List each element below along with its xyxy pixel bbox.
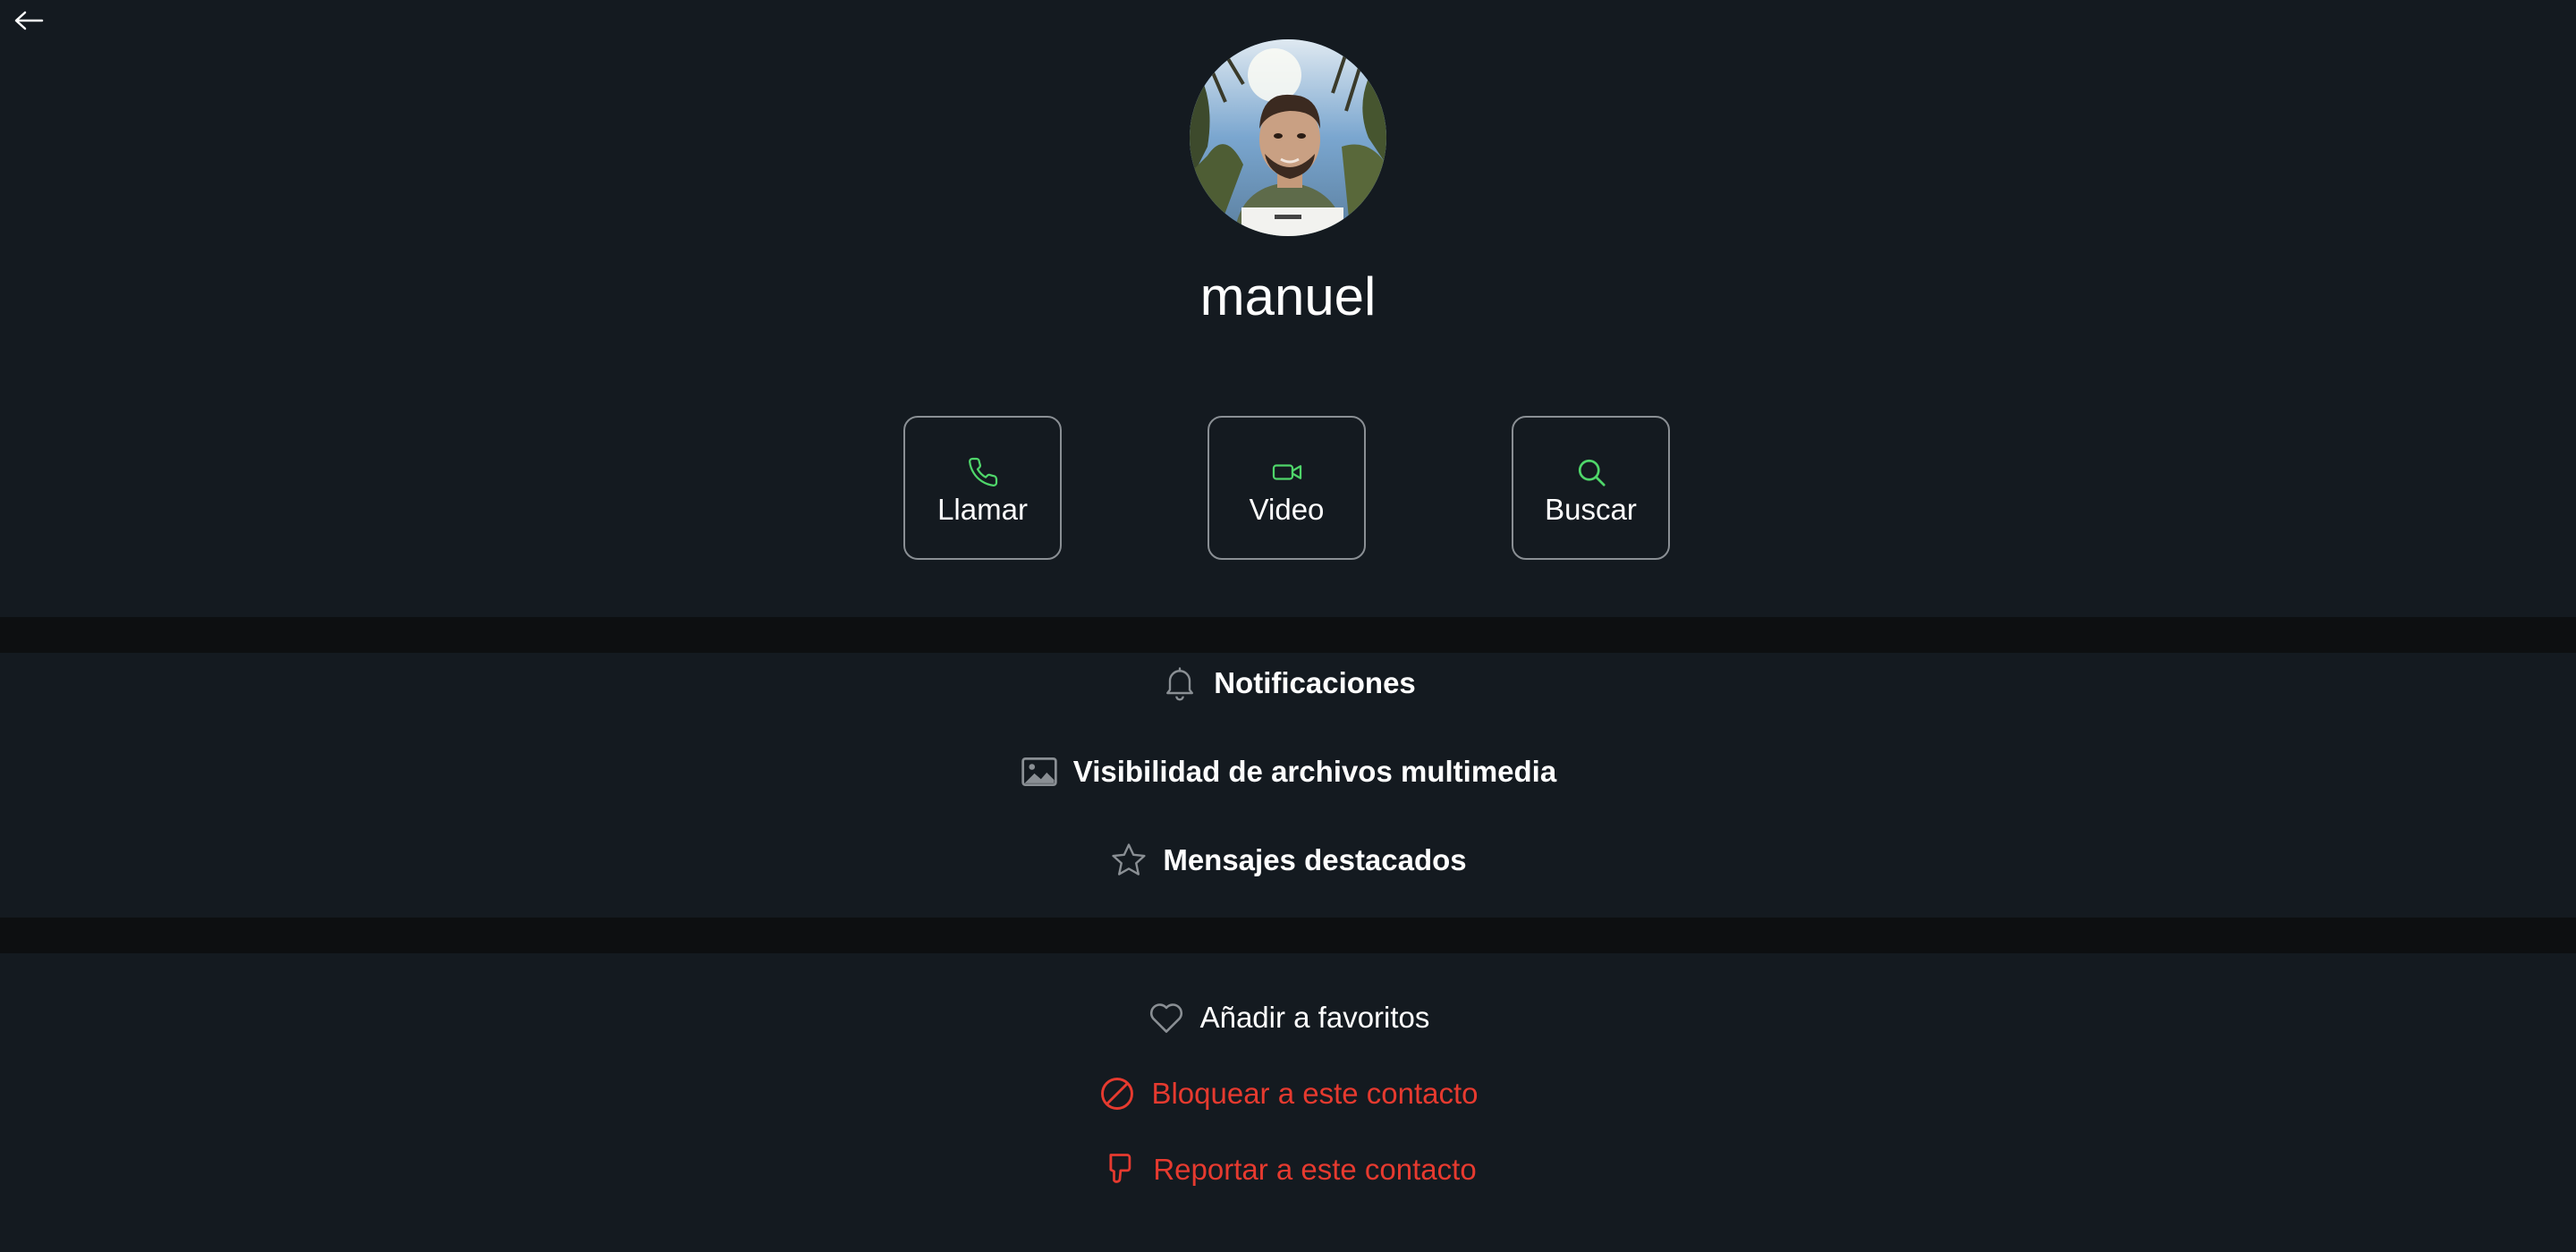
media-visibility-item[interactable]: Visibilidad de archivos multimedia — [0, 752, 2576, 791]
contact-name: manuel — [1199, 266, 1377, 326]
bell-icon — [1160, 664, 1199, 703]
profile-photo — [1190, 39, 1386, 236]
phone-icon — [967, 456, 999, 488]
back-button[interactable] — [11, 7, 47, 34]
quick-actions: Llamar Video Buscar — [0, 416, 2576, 562]
section-divider — [0, 918, 2576, 953]
add-to-favorites-label: Añadir a favoritos — [1199, 1001, 1430, 1034]
contact-info-page: manuel Llamar Video Buscar Notificacione… — [0, 0, 2576, 1252]
search-button[interactable]: Buscar — [1512, 416, 1670, 560]
heart-icon — [1147, 998, 1186, 1037]
call-button[interactable]: Llamar — [903, 416, 1062, 560]
star-icon — [1109, 841, 1148, 880]
block-contact-label: Bloquear a este contacto — [1151, 1077, 1479, 1110]
starred-messages-item[interactable]: Mensajes destacados — [0, 841, 2576, 880]
report-contact-item[interactable]: Reportar a este contacto — [0, 1150, 2576, 1189]
starred-messages-label: Mensajes destacados — [1163, 843, 1467, 876]
image-icon — [1020, 752, 1059, 791]
video-camera-icon — [1271, 456, 1303, 488]
notifications-item[interactable]: Notificaciones — [0, 664, 2576, 703]
search-button-label: Buscar — [1545, 492, 1637, 526]
thumbs-down-icon — [1099, 1150, 1139, 1189]
avatar[interactable] — [1190, 39, 1386, 236]
block-contact-item[interactable]: Bloquear a este contacto — [0, 1074, 2576, 1113]
search-icon — [1575, 456, 1607, 488]
add-to-favorites-item[interactable]: Añadir a favoritos — [0, 998, 2576, 1037]
video-call-button[interactable]: Video — [1208, 416, 1366, 560]
report-contact-label: Reportar a este contacto — [1153, 1153, 1477, 1186]
block-icon — [1097, 1074, 1137, 1113]
notifications-label: Notificaciones — [1214, 666, 1416, 699]
call-button-label: Llamar — [937, 492, 1028, 526]
video-button-label: Video — [1249, 492, 1325, 526]
media-visibility-label: Visibilidad de archivos multimedia — [1072, 755, 1557, 788]
arrow-left-icon — [14, 11, 44, 30]
section-divider — [0, 617, 2576, 653]
